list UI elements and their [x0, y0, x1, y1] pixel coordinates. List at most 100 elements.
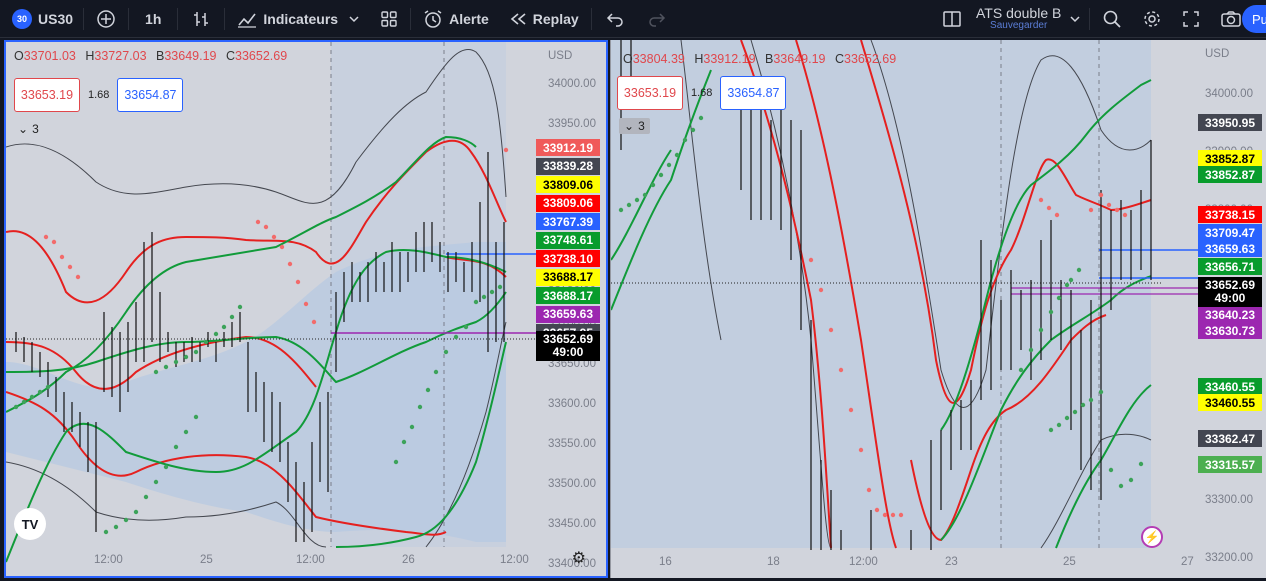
buy-button[interactable]: 33654.87: [117, 78, 184, 112]
settings-gear-icon[interactable]: [1132, 0, 1172, 38]
sar-dot: [443, 349, 449, 355]
save-layout-link[interactable]: Sauvegarder: [990, 21, 1047, 32]
time-tick: 25: [1063, 556, 1076, 568]
ohlc-legend: O33701.03 H33727.03 B33649.19 C33652.69: [14, 49, 293, 63]
sar-dot: [213, 331, 219, 337]
sar-dot: [103, 529, 109, 535]
time-tick: 18: [767, 556, 780, 568]
symbol-search[interactable]: 30 US30: [0, 0, 81, 38]
fullscreen-icon[interactable]: [1172, 0, 1210, 38]
axis-settings-gear-icon[interactable]: ⚙: [572, 548, 586, 568]
indicators-label: Indicateurs: [263, 10, 339, 27]
chevron-down-icon: ⌄: [18, 122, 29, 136]
time-tick: 12:00: [500, 554, 529, 566]
close-label: C: [834, 52, 845, 66]
symbol-label: US30: [38, 10, 74, 27]
sar-dot: [409, 424, 415, 430]
sar-dot: [882, 512, 888, 518]
sar-dot: [1098, 389, 1104, 395]
sar-dot: [1064, 415, 1070, 421]
sar-dot: [1038, 197, 1044, 203]
sar-dot: [311, 319, 317, 325]
indicators-collapse-toggle[interactable]: ⌄ 3: [18, 122, 39, 136]
alert-button[interactable]: Alerte: [413, 0, 499, 38]
templates-grid-icon[interactable]: [370, 0, 408, 38]
spread-value: 1.68: [88, 89, 110, 101]
sar-dot: [51, 239, 57, 245]
redo-icon[interactable]: [636, 0, 678, 38]
price-scale-label: 33738.10: [536, 250, 600, 267]
sar-dot: [634, 197, 640, 203]
sar-dot: [818, 287, 824, 293]
sar-dot: [433, 369, 439, 375]
compare-add-icon[interactable]: [86, 0, 126, 38]
sar-dot: [153, 479, 159, 485]
price-scale-label: 33809.06: [536, 176, 600, 193]
sar-dot: [453, 334, 459, 340]
sell-button[interactable]: 33653.19: [14, 78, 80, 112]
layout-selector[interactable]: ATS double B Sauvegarder: [970, 0, 1087, 38]
open-label: O: [14, 49, 24, 63]
price-scale-label: 33659.63: [1198, 240, 1262, 257]
sar-dot: [29, 394, 35, 400]
price-tick: 33950.00: [548, 118, 596, 130]
tradingview-logo[interactable]: TV: [14, 508, 46, 540]
price-tick: 33500.00: [548, 478, 596, 490]
sar-dot: [1028, 347, 1034, 353]
open-value: 33701.03: [23, 49, 76, 63]
sar-dot: [650, 182, 656, 188]
price-scale-label: 33852.87: [1198, 150, 1262, 167]
sar-dot: [295, 279, 301, 285]
chart-pane-left[interactable]: O33701.03 H33727.03 B33649.19 C33652.69 …: [4, 40, 608, 578]
chevron-down-icon[interactable]: [348, 14, 360, 24]
price-chart-right[interactable]: [611, 40, 1266, 578]
replay-button[interactable]: Replay: [499, 0, 589, 38]
indicators-icon: [238, 13, 257, 28]
indicators-button[interactable]: Indicateurs: [227, 0, 370, 38]
layout-panels-icon[interactable]: [934, 0, 970, 38]
bar-style-icon[interactable]: [180, 0, 222, 38]
divider: [590, 7, 592, 30]
sar-dot: [1076, 267, 1082, 273]
sar-dot: [113, 524, 119, 530]
sar-dot: [279, 244, 285, 250]
interval-button[interactable]: 1h: [131, 0, 175, 38]
price-chart-left[interactable]: [6, 42, 606, 576]
sar-dot: [1056, 422, 1062, 428]
sar-dot: [417, 404, 423, 410]
chart-pane-right[interactable]: O33804.39 H33912.19 B33649.19 C33652.69 …: [610, 40, 1266, 578]
sar-dot: [473, 299, 479, 305]
replay-label: Replay: [532, 10, 579, 27]
sar-dot: [1054, 212, 1060, 218]
indicator-count: 3: [32, 122, 39, 136]
sar-dot: [43, 234, 49, 240]
publish-button[interactable]: Pu: [1242, 5, 1266, 33]
chevron-down-icon: ⌄: [624, 119, 635, 133]
sar-dot: [425, 387, 431, 393]
lightning-alert-icon[interactable]: ⚡: [1141, 526, 1163, 548]
price-scale-label: 33767.39: [536, 213, 600, 230]
price-tick: 33450.00: [548, 518, 596, 530]
price-tick: 34000.00: [1205, 88, 1253, 100]
sell-button[interactable]: 33653.19: [617, 76, 683, 110]
sar-dot: [1106, 202, 1112, 208]
sar-dot: [1038, 327, 1044, 333]
time-tick: 12:00: [94, 554, 123, 566]
sar-dot: [229, 314, 235, 320]
price-scale-label: 33315.57: [1198, 456, 1262, 473]
sar-dot: [503, 147, 509, 153]
undo-icon[interactable]: [594, 0, 636, 38]
sar-dot: [59, 254, 65, 260]
indicators-collapse-toggle[interactable]: ⌄ 3: [619, 118, 650, 134]
sar-dot: [866, 487, 872, 493]
low-value: 33649.19: [773, 52, 826, 66]
search-icon[interactable]: [1092, 0, 1132, 38]
sar-dot: [143, 494, 149, 500]
sar-dot: [133, 509, 139, 515]
chevron-down-icon[interactable]: [1069, 14, 1081, 24]
sar-dot: [1088, 207, 1094, 213]
currency-label: USD: [548, 50, 573, 62]
sar-dot: [1080, 402, 1086, 408]
buy-button[interactable]: 33654.87: [720, 76, 787, 110]
price-scale-label: 33709.47: [1198, 224, 1262, 241]
